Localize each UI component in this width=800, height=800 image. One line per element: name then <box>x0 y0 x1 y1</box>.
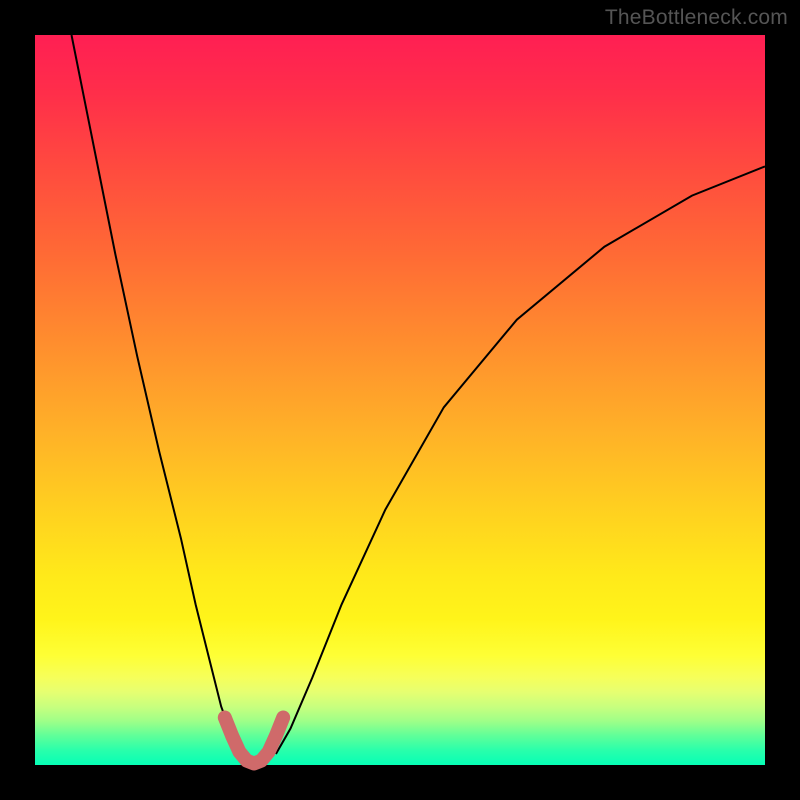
curve-right-branch <box>276 166 765 754</box>
watermark-text: TheBottleneck.com <box>605 6 788 30</box>
valley-highlight <box>225 718 283 764</box>
plot-area <box>35 35 765 765</box>
chart-svg <box>35 35 765 765</box>
chart-frame: TheBottleneck.com <box>0 0 800 800</box>
curve-left-branch <box>72 35 241 754</box>
